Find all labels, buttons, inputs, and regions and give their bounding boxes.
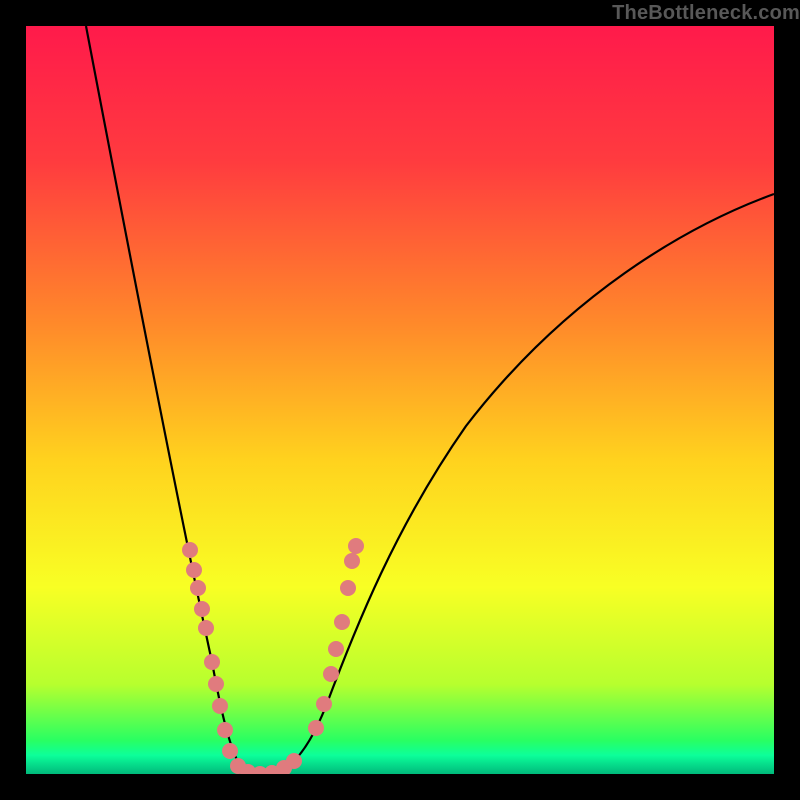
data-marker [190, 580, 206, 596]
data-marker [186, 562, 202, 578]
data-marker [328, 641, 344, 657]
data-marker [208, 676, 224, 692]
data-marker [212, 698, 228, 714]
data-marker [340, 580, 356, 596]
data-marker [182, 542, 198, 558]
chart-frame [26, 26, 774, 774]
data-marker [316, 696, 332, 712]
data-marker [323, 666, 339, 682]
chart-background-gradient [26, 26, 774, 774]
data-marker [194, 601, 210, 617]
data-marker [348, 538, 364, 554]
data-marker [198, 620, 214, 636]
data-marker [204, 654, 220, 670]
data-marker [286, 753, 302, 769]
chart-canvas [26, 26, 774, 774]
data-marker [344, 553, 360, 569]
watermark-text: TheBottleneck.com [612, 2, 800, 25]
data-marker [334, 614, 350, 630]
data-marker [222, 743, 238, 759]
data-marker [308, 720, 324, 736]
data-marker [217, 722, 233, 738]
